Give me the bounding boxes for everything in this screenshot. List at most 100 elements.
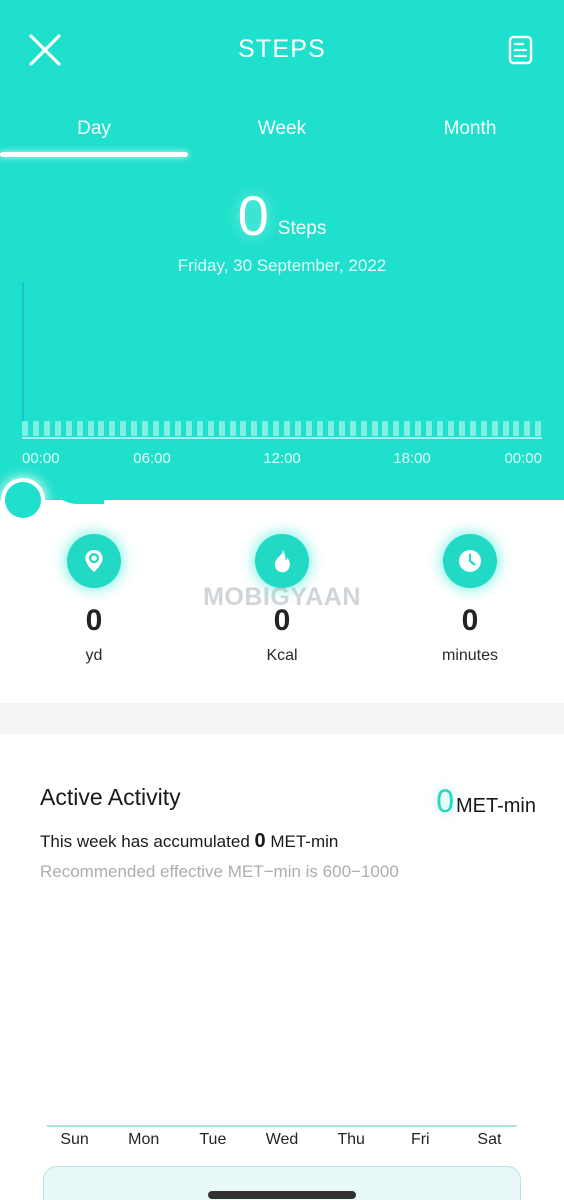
chart-tick bbox=[469, 421, 476, 436]
chart-x-axis-labels: 00:00 06:00 12:00 18:00 00:00 bbox=[0, 450, 564, 472]
chart-tick bbox=[163, 421, 170, 436]
chart-baseline bbox=[22, 437, 542, 439]
tab-month[interactable]: Month bbox=[376, 108, 564, 160]
metric-value: 0 bbox=[461, 604, 479, 637]
chart-tick bbox=[338, 421, 345, 436]
chart-tick bbox=[404, 421, 411, 436]
chart-tick bbox=[229, 421, 236, 436]
top-bar: STEPS bbox=[0, 0, 564, 100]
weekday-cell[interactable]: Mon bbox=[109, 1131, 178, 1163]
chart-tick bbox=[426, 421, 433, 436]
weekday-cell[interactable]: Sun bbox=[40, 1131, 109, 1163]
metric-minutes: 0 minutes bbox=[376, 534, 564, 702]
chart-tick bbox=[327, 421, 334, 436]
x-axis-tick-label: 06:00 bbox=[133, 450, 171, 467]
chart-tick bbox=[120, 421, 127, 436]
x-axis-tick-label: 12:00 bbox=[263, 450, 301, 467]
x-axis-tick-label: 00:00 bbox=[22, 450, 60, 467]
home-indicator bbox=[208, 1191, 356, 1199]
metric-label: yd bbox=[85, 647, 103, 664]
activity-title: Active Activity bbox=[40, 784, 181, 810]
chart-tick bbox=[98, 421, 105, 436]
weekday-cell[interactable]: Thu bbox=[317, 1131, 386, 1163]
chart-tick bbox=[76, 421, 83, 436]
chart-tick bbox=[491, 421, 498, 436]
chart-tick bbox=[251, 421, 258, 436]
page-title: STEPS bbox=[238, 35, 326, 63]
chart-tick bbox=[273, 421, 280, 436]
metric-calories: 0 Kcal bbox=[188, 534, 376, 702]
met-unit: MET-min bbox=[456, 795, 536, 817]
chart-tick bbox=[447, 421, 454, 436]
chart-tick bbox=[360, 421, 367, 436]
clock-icon bbox=[443, 534, 497, 588]
chart-tick bbox=[65, 421, 72, 436]
chart-tick bbox=[185, 421, 192, 436]
chart-tick bbox=[437, 421, 444, 436]
chart-tick bbox=[458, 421, 465, 436]
chart-tick bbox=[153, 421, 160, 436]
metric-value: 0 bbox=[273, 604, 291, 637]
chart-tick bbox=[131, 421, 138, 436]
x-axis-tick-label: 00:00 bbox=[504, 450, 542, 467]
metric-label: Kcal bbox=[266, 647, 298, 664]
chart-drag-handle[interactable] bbox=[5, 482, 41, 518]
chart-tick bbox=[87, 421, 94, 436]
activity-sub-suffix: MET-min bbox=[265, 832, 339, 851]
chart-tick-marks bbox=[22, 418, 542, 436]
document-list-icon[interactable] bbox=[500, 30, 540, 70]
chart-tick bbox=[218, 421, 225, 436]
tab-week[interactable]: Week bbox=[188, 108, 376, 160]
chart-tick bbox=[43, 421, 50, 436]
chart-tick bbox=[284, 421, 291, 436]
chart-cursor-line bbox=[22, 282, 24, 434]
active-tab-indicator bbox=[0, 152, 188, 157]
weekday-row: Sun Mon Tue Wed Thu Fri Sat bbox=[40, 1131, 524, 1163]
summary-date: Friday, 30 September, 2022 bbox=[177, 256, 387, 275]
activity-recommendation: Recommended effective MET−min is 600−100… bbox=[40, 862, 399, 881]
weekday-separator bbox=[47, 1125, 517, 1127]
steps-chart[interactable] bbox=[0, 282, 564, 442]
weekday-cell[interactable]: Fri bbox=[386, 1131, 455, 1163]
metric-distance: 0 yd bbox=[0, 534, 188, 702]
chart-tick bbox=[371, 421, 378, 436]
chart-tick bbox=[316, 421, 323, 436]
panel-bottom-spacer bbox=[0, 500, 564, 534]
x-axis-tick-label: 18:00 bbox=[393, 450, 431, 467]
chart-tick bbox=[415, 421, 422, 436]
section-divider bbox=[0, 703, 564, 734]
chart-tick bbox=[382, 421, 389, 436]
met-value: 0 bbox=[436, 783, 454, 819]
activity-sub-prefix: This week has accumulated bbox=[40, 832, 255, 851]
chart-tick bbox=[349, 421, 356, 436]
chart-tick bbox=[502, 421, 509, 436]
steps-screen: STEPS Day Week Month 0 Steps Friday, 30 … bbox=[0, 0, 564, 1200]
steps-value: 0 bbox=[237, 184, 269, 247]
active-activity-section: Active Activity 0 MET-min This week has … bbox=[0, 734, 564, 914]
activity-met-total: 0 MET-min bbox=[436, 783, 536, 819]
chart-tick bbox=[305, 421, 312, 436]
weekday-cell[interactable]: Sat bbox=[455, 1131, 524, 1163]
steps-summary: 0 Steps Friday, 30 September, 2022 bbox=[0, 188, 564, 276]
metric-value: 0 bbox=[85, 604, 103, 637]
weekday-cell[interactable]: Wed bbox=[247, 1131, 316, 1163]
chart-tick bbox=[22, 421, 28, 436]
activity-subtitle: This week has accumulated 0 MET-min bbox=[40, 830, 338, 853]
metric-label: minutes bbox=[441, 647, 499, 664]
chart-tick bbox=[54, 421, 61, 436]
location-pin-icon bbox=[67, 534, 121, 588]
chart-tick bbox=[142, 421, 149, 436]
weekday-cell[interactable]: Tue bbox=[178, 1131, 247, 1163]
activity-sub-value: 0 bbox=[254, 830, 266, 852]
chart-tick bbox=[524, 421, 531, 436]
chart-tick bbox=[109, 421, 116, 436]
chart-tick bbox=[393, 421, 400, 436]
chart-tick bbox=[174, 421, 181, 436]
chart-tick bbox=[32, 421, 39, 436]
chart-tick bbox=[207, 421, 214, 436]
chart-tick bbox=[262, 421, 269, 436]
chart-tick bbox=[480, 421, 487, 436]
flame-icon bbox=[255, 534, 309, 588]
metrics-row: 0 yd 0 Kcal 0 minutes bbox=[0, 534, 564, 702]
chart-tick bbox=[240, 421, 247, 436]
